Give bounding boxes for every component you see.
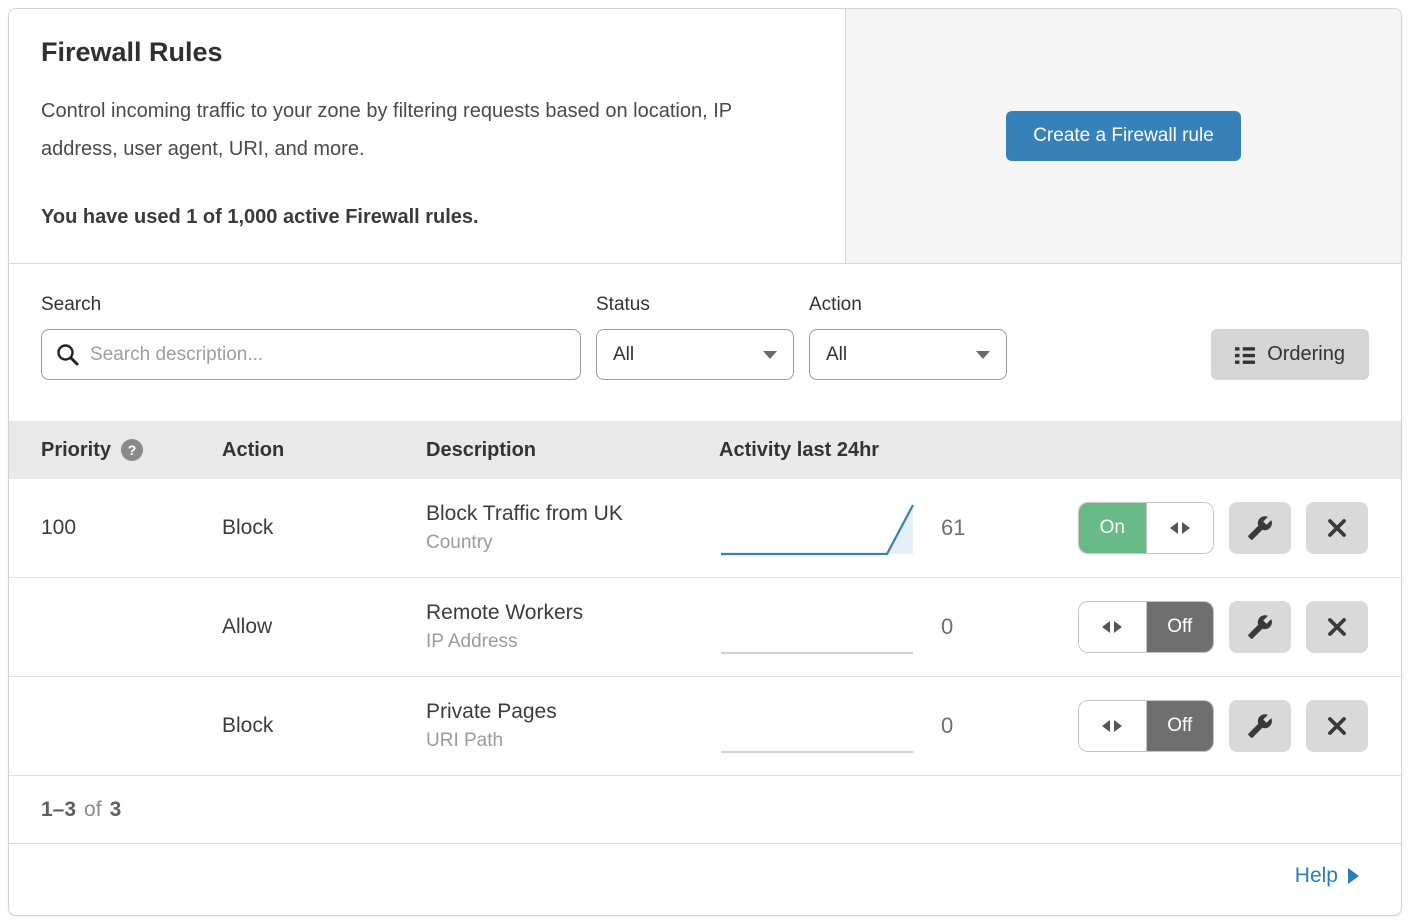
page-header: Firewall Rules Control incoming traffic … — [9, 9, 1401, 264]
search-icon — [55, 342, 80, 367]
rule-enable-toggle[interactable]: Off — [1078, 700, 1214, 752]
ordered-list-icon — [1235, 345, 1255, 365]
firewall-rules-card: Firewall Rules Control incoming traffic … — [8, 8, 1402, 916]
toggle-state-label: Off — [1147, 701, 1214, 751]
action-select[interactable]: All — [809, 329, 1007, 380]
rule-enable-toggle[interactable]: Off — [1078, 601, 1214, 653]
edit-rule-button[interactable] — [1229, 502, 1291, 554]
rule-controls: On — [1078, 502, 1368, 554]
filter-bar: Search Status All Action All — [9, 264, 1401, 421]
action-select-value: All — [826, 344, 976, 366]
ordering-button[interactable]: Ordering — [1211, 329, 1369, 380]
pagination-bar: 1–3 of 3 — [9, 776, 1401, 843]
wrench-icon — [1247, 614, 1273, 640]
wrench-icon — [1247, 515, 1273, 541]
chevron-down-icon — [763, 351, 777, 359]
triangle-right-icon — [1114, 621, 1122, 633]
rule-description: Remote Workers — [426, 601, 719, 625]
delete-rule-button[interactable] — [1306, 502, 1368, 554]
chevron-down-icon — [976, 351, 990, 359]
table-row: Block Private Pages URI Path 0 Off — [9, 677, 1401, 776]
column-header-priority: Priority ? — [41, 439, 222, 462]
close-icon — [1324, 515, 1350, 541]
priority-header-label: Priority — [41, 439, 111, 462]
column-header-action: Action — [222, 439, 426, 462]
rule-description-cell: Block Traffic from UK Country — [426, 502, 719, 554]
action-label: Action — [809, 294, 1007, 316]
wrench-icon — [1247, 713, 1273, 739]
pagination-total: 3 — [110, 798, 122, 822]
delete-rule-button[interactable] — [1306, 601, 1368, 653]
column-header-description: Description — [426, 439, 719, 462]
rule-action: Block — [222, 714, 426, 738]
rule-priority: 100 — [41, 516, 222, 540]
activity-count: 0 — [941, 614, 1078, 640]
activity-sparkline — [719, 695, 919, 757]
page-description: Control incoming traffic to your zone by… — [41, 92, 813, 168]
rule-description: Block Traffic from UK — [426, 502, 719, 526]
activity-sparkline — [719, 497, 919, 559]
rule-enable-toggle[interactable]: On — [1078, 502, 1214, 554]
edit-rule-button[interactable] — [1229, 700, 1291, 752]
rule-match-type: Country — [426, 532, 719, 554]
search-filter-group: Search — [41, 294, 581, 380]
pagination-range: 1–3 — [41, 798, 76, 822]
header-action-panel: Create a Firewall rule — [845, 9, 1401, 263]
rule-controls: Off — [1078, 601, 1368, 653]
delete-rule-button[interactable] — [1306, 700, 1368, 752]
toggle-drag-handle[interactable] — [1079, 602, 1147, 652]
help-bar: Help — [9, 843, 1401, 907]
rule-description-cell: Remote Workers IP Address — [426, 601, 719, 653]
status-filter-group: Status All — [596, 294, 794, 380]
help-link-label: Help — [1295, 864, 1338, 888]
usage-note: You have used 1 of 1,000 active Firewall… — [41, 206, 813, 229]
activity-count: 0 — [941, 713, 1078, 739]
description-header-label: Description — [426, 439, 536, 462]
help-link[interactable]: Help — [1295, 864, 1359, 888]
ordering-button-label: Ordering — [1267, 343, 1345, 366]
toggle-drag-handle[interactable] — [1146, 503, 1214, 553]
priority-help-icon[interactable]: ? — [121, 439, 143, 461]
table-header-row: Priority ? Action Description Activity l… — [9, 421, 1401, 479]
rule-description-cell: Private Pages URI Path — [426, 700, 719, 752]
create-firewall-rule-button[interactable]: Create a Firewall rule — [1006, 111, 1241, 161]
triangle-left-icon — [1102, 720, 1110, 732]
rule-match-type: IP Address — [426, 631, 719, 653]
toggle-state-label: Off — [1147, 602, 1214, 652]
rule-match-type: URI Path — [426, 730, 719, 752]
activity-header-label: Activity last 24hr — [719, 439, 879, 462]
status-select[interactable]: All — [596, 329, 794, 380]
rule-controls: Off — [1078, 700, 1368, 752]
table-row: Allow Remote Workers IP Address 0 Off — [9, 578, 1401, 677]
column-header-activity: Activity last 24hr — [719, 439, 941, 462]
table-row: 100 Block Block Traffic from UK Country … — [9, 479, 1401, 578]
rule-description: Private Pages — [426, 700, 719, 724]
edit-rule-button[interactable] — [1229, 601, 1291, 653]
pagination-of-label: of — [84, 798, 102, 822]
triangle-left-icon — [1102, 621, 1110, 633]
header-text-panel: Firewall Rules Control incoming traffic … — [9, 9, 845, 263]
search-label: Search — [41, 294, 581, 316]
close-icon — [1324, 713, 1350, 739]
activity-count: 61 — [941, 515, 1078, 541]
triangle-right-icon — [1114, 720, 1122, 732]
rule-action: Block — [222, 516, 426, 540]
rule-action: Allow — [222, 615, 426, 639]
triangle-right-icon — [1182, 522, 1190, 534]
search-input-wrap — [41, 329, 581, 380]
search-input[interactable] — [41, 329, 581, 380]
page-title: Firewall Rules — [41, 37, 813, 68]
arrow-right-icon — [1348, 868, 1359, 884]
action-filter-group: Action All — [809, 294, 1007, 380]
toggle-drag-handle[interactable] — [1079, 701, 1147, 751]
activity-sparkline — [719, 596, 919, 658]
triangle-left-icon — [1170, 522, 1178, 534]
close-icon — [1324, 614, 1350, 640]
action-header-label: Action — [222, 439, 284, 462]
status-label: Status — [596, 294, 794, 316]
status-select-value: All — [613, 344, 763, 366]
toggle-state-label: On — [1079, 503, 1146, 553]
